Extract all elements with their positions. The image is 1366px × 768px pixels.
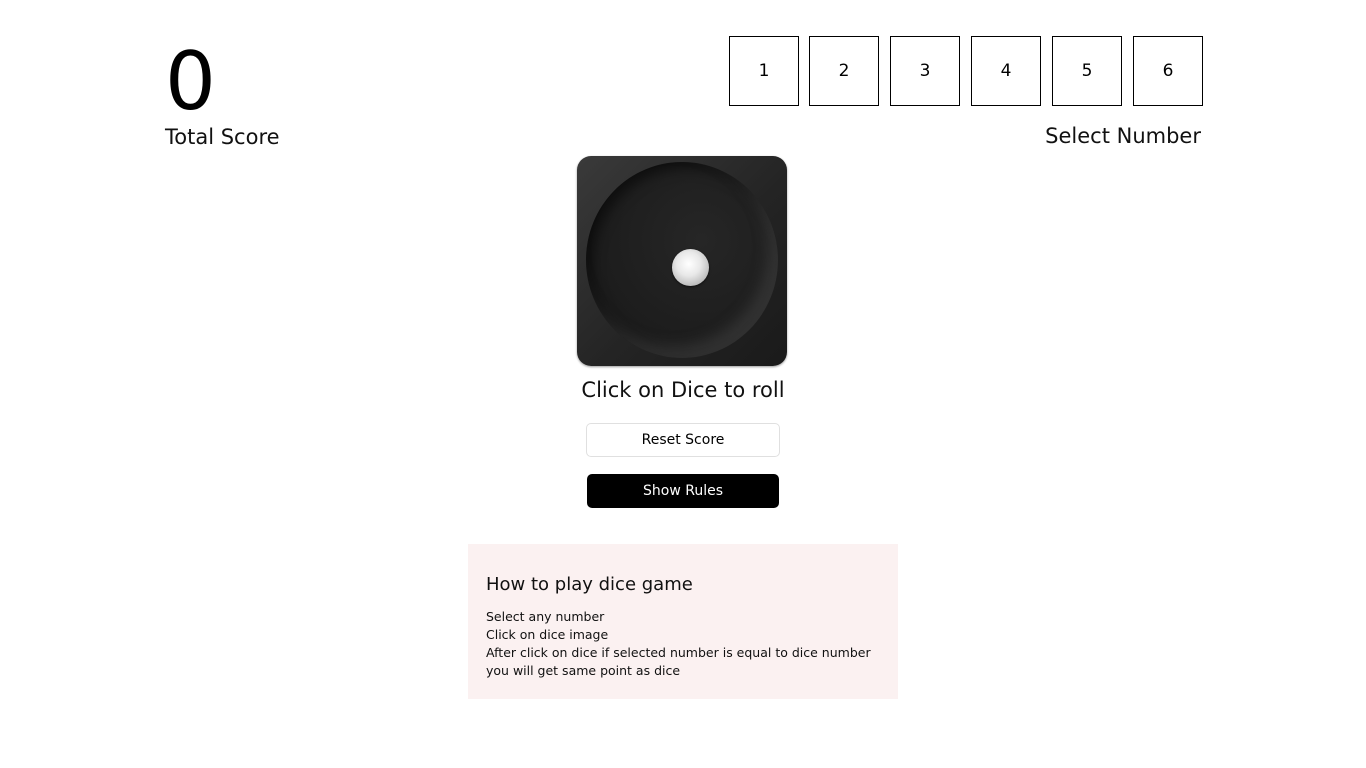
select-number-label: Select Number [1045,124,1201,148]
number-box-2[interactable]: 2 [809,36,879,106]
number-box-3[interactable]: 3 [890,36,960,106]
dice-game-page: 0 Total Score 1 2 3 4 5 6 Select Number … [0,0,1366,768]
rules-line: Select any number [486,609,605,624]
reset-score-button[interactable]: Reset Score [586,423,780,457]
dice-roll-hint: Click on Dice to roll [581,378,785,402]
rules-title: How to play dice game [486,574,693,595]
show-rules-button[interactable]: Show Rules [587,474,779,508]
number-selector: 1 2 3 4 5 6 [729,36,1203,106]
total-score-value: 0 [165,35,216,128]
number-box-4[interactable]: 4 [971,36,1041,106]
dice-image[interactable] [577,156,787,366]
number-box-5[interactable]: 5 [1052,36,1122,106]
rules-line: After click on dice if selected number i… [486,645,871,678]
rules-line: Click on dice image [486,627,609,642]
rules-panel: How to play dice game Select any number … [468,544,898,699]
score-block: 0 Total Score [165,36,280,151]
number-box-6[interactable]: 6 [1133,36,1203,106]
dice-pip [672,249,709,286]
number-box-1[interactable]: 1 [729,36,799,106]
total-score-label: Total Score [165,125,280,149]
dice-face [586,162,778,358]
